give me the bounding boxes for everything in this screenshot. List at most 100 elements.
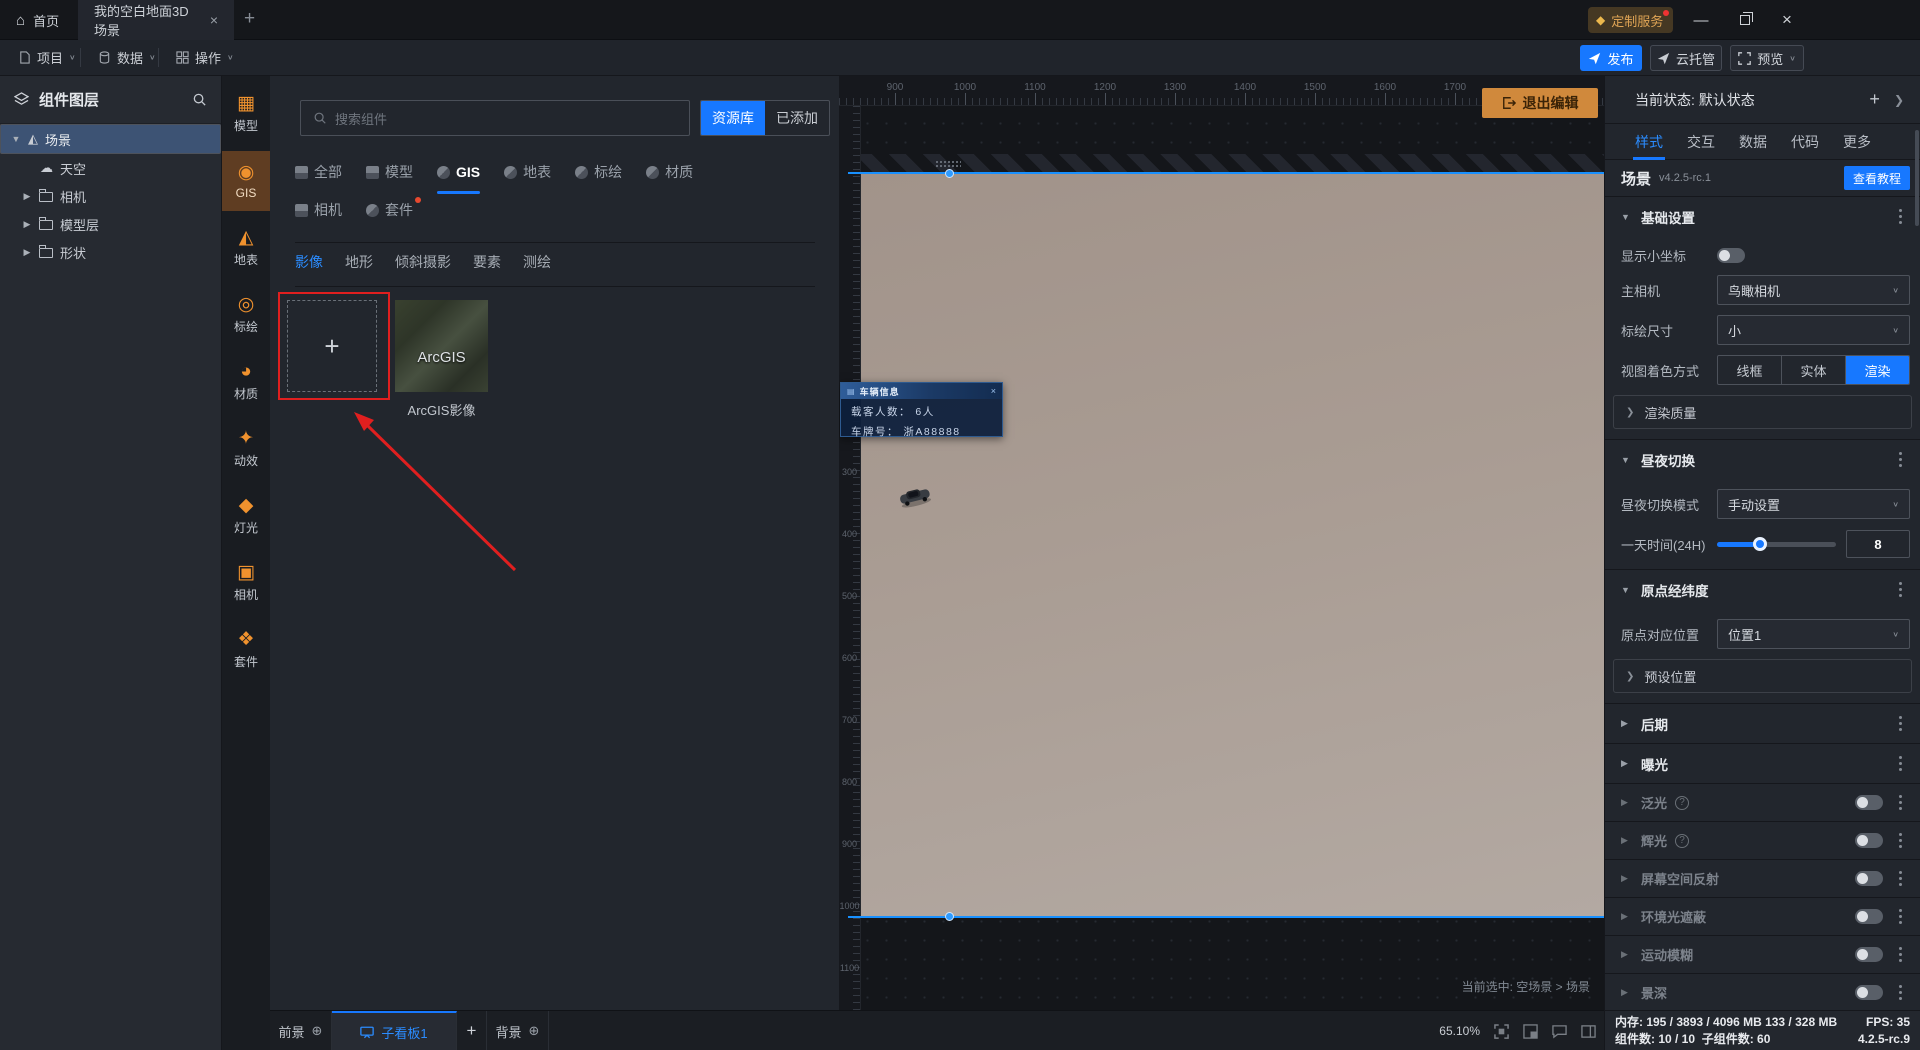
rail-item-terrain[interactable]: ◭ 地表 [222,218,270,278]
add-circle-icon[interactable]: ⊕ [529,1023,540,1039]
rail-item-material[interactable]: ◕ 材质 [222,352,270,412]
tab-resource-library[interactable]: 资源库 [701,101,765,135]
kebab-menu-icon[interactable] [1899,915,1902,918]
origin-position-select[interactable]: 位置1 ∨ [1717,619,1910,649]
kebab-menu-icon[interactable] [1899,215,1902,218]
tab-more[interactable]: 更多 [1843,124,1871,160]
minimize-button[interactable]: — [1686,10,1716,30]
section-ssr[interactable]: ▶ 屏幕空间反射 [1605,859,1920,897]
chip-model[interactable]: 模型 [366,162,413,188]
chip-terrain[interactable]: 地表 [504,162,551,188]
chip-plot[interactable]: 标绘 [575,162,622,188]
daynight-mode-select[interactable]: 手动设置 ∨ [1717,489,1910,519]
section-postfx[interactable]: ▶ 后期 [1605,703,1920,743]
vehicle-info-popup[interactable]: ▤ 车辆信息 × 载客人数： 6人 车牌号： 浙A88888 [840,382,1003,438]
preview-button[interactable]: 预览 ∨ [1730,45,1804,71]
bloom-toggle[interactable] [1855,795,1883,810]
zoom-level[interactable]: 65.10% [1439,1024,1480,1038]
section-daynight[interactable]: ▼ 昼夜切换 [1605,439,1920,479]
exit-edit-button[interactable]: 退出编辑 [1482,88,1598,118]
scrollbar[interactable] [1915,130,1919,226]
subtab-feature[interactable]: 要素 [473,252,501,272]
shading-solid[interactable]: 实体 [1782,356,1846,384]
tutorial-button[interactable]: 查看教程 [1844,166,1910,190]
tree-item-scene[interactable]: ▼ ◭ 场景 [0,124,221,154]
preset-position-collapsed[interactable]: ❯ 预设位置 [1613,659,1912,693]
dof-toggle[interactable] [1855,985,1883,1000]
plot-size-select[interactable]: 小 ∨ [1717,315,1910,345]
search-icon[interactable] [192,92,207,107]
tab-data[interactable]: 数据 [1739,124,1767,160]
subtab-survey[interactable]: 测绘 [523,252,551,272]
chevron-right-icon[interactable]: ❯ [1894,93,1904,107]
new-tab-button[interactable]: + [244,8,255,30]
tree-item-sky[interactable]: ☁ 天空 [0,154,221,182]
shading-rendered[interactable]: 渲染 [1846,356,1909,384]
tab-home[interactable]: ⌂ 首页 [0,0,78,40]
section-motion-blur[interactable]: ▶ 运动模糊 [1605,935,1920,973]
tree-item-camera[interactable]: ▶ 相机 [0,182,221,210]
menu-project[interactable]: 项目 ∨ [8,40,86,75]
collapse-arrow-icon[interactable]: ▶ [22,219,32,230]
kebab-menu-icon[interactable] [1899,722,1902,725]
section-basic-settings[interactable]: ▼ 基础设置 [1605,196,1920,236]
tab-added[interactable]: 已添加 [765,101,829,135]
rail-item-kit[interactable]: ❖ 套件 [222,620,270,680]
tab-background[interactable]: 背景 ⊕ [487,1011,549,1050]
restore-button[interactable] [1730,10,1760,30]
kebab-menu-icon[interactable] [1899,588,1902,591]
rail-item-plot[interactable]: ◎ 标绘 [222,285,270,345]
rail-item-light[interactable]: ◆ 灯光 [222,486,270,546]
publish-button[interactable]: 发布 [1580,45,1642,71]
chip-material[interactable]: 材质 [646,162,693,188]
kebab-menu-icon[interactable] [1899,801,1902,804]
help-icon[interactable]: ? [1675,833,1690,848]
component-search-input[interactable]: 搜索组件 [300,100,690,136]
tab-document[interactable]: 我的空白地面3D场景 × [78,0,234,40]
message-icon[interactable] [1552,1024,1567,1039]
kebab-menu-icon[interactable] [1899,991,1902,994]
selection-grip-icon[interactable] [935,160,961,168]
collapse-arrow-icon[interactable]: ▶ [22,247,32,258]
section-ao[interactable]: ▶ 环境光遮蔽 [1605,897,1920,935]
kebab-menu-icon[interactable] [1899,839,1902,842]
section-glow[interactable]: ▶ 辉光? [1605,821,1920,859]
ground-plane[interactable] [848,174,1604,916]
kebab-menu-icon[interactable] [1899,762,1902,765]
tab-foreground[interactable]: 前景 ⊕ [270,1011,332,1050]
day-time-slider[interactable] [1717,529,1836,559]
day-time-value[interactable]: 8 [1846,530,1910,558]
selection-handle-bottom[interactable] [945,912,954,921]
tab-code[interactable]: 代码 [1791,124,1819,160]
tree-item-shape[interactable]: ▶ 形状 [0,238,221,266]
kebab-menu-icon[interactable] [1899,877,1902,880]
section-origin[interactable]: ▼ 原点经纬度 [1605,569,1920,609]
chip-gis[interactable]: GIS [437,162,481,194]
rail-item-model[interactable]: ▦ 模型 [222,84,270,144]
tab-interaction[interactable]: 交互 [1687,124,1715,160]
tab-style[interactable]: 样式 [1633,124,1665,160]
add-state-button[interactable]: + [1869,89,1880,110]
arcgis-imagery-card[interactable]: ArcGIS [395,300,488,392]
add-board-button[interactable]: + [457,1011,487,1050]
chip-kit[interactable]: 套件 [366,197,421,226]
cloud-host-button[interactable]: 云托管 [1650,45,1722,71]
subtab-terrain[interactable]: 地形 [345,252,373,272]
main-camera-select[interactable]: 鸟瞰相机 ∨ [1717,275,1910,305]
selection-handle-top[interactable] [945,169,954,178]
render-quality-collapsed[interactable]: ❯ 渲染质量 [1613,395,1912,429]
chip-all[interactable]: 全部 [295,162,342,188]
tab-subboard[interactable]: 子看板1 [332,1011,457,1050]
popup-header[interactable]: ▤ 车辆信息 × [841,383,1002,399]
minimap-icon[interactable] [1523,1023,1538,1039]
expand-arrow-icon[interactable]: ▼ [11,134,21,144]
section-exposure[interactable]: ▶ 曝光 [1605,743,1920,783]
ao-toggle[interactable] [1855,909,1883,924]
ssr-toggle[interactable] [1855,871,1883,886]
kebab-menu-icon[interactable] [1899,458,1902,461]
rail-item-animation[interactable]: ✦ 动效 [222,419,270,479]
rail-item-gis[interactable]: ◉ GIS [222,151,270,211]
shading-wireframe[interactable]: 线框 [1718,356,1782,384]
tree-item-model-layer[interactable]: ▶ 模型层 [0,210,221,238]
motion-blur-toggle[interactable] [1855,947,1883,962]
